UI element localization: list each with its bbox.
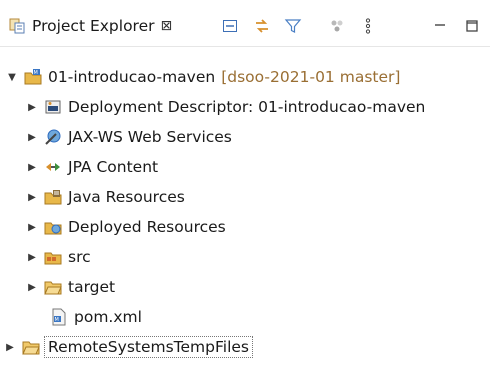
tree-item-src[interactable]: ▶ src	[0, 242, 490, 272]
maximize-button[interactable]	[460, 14, 484, 38]
minimize-button[interactable]	[428, 14, 452, 38]
view-menu-button[interactable]	[356, 14, 380, 38]
svg-text:M: M	[55, 317, 59, 323]
focus-icon	[331, 20, 343, 32]
expanded-arrow-icon[interactable]: ▼	[6, 71, 18, 83]
web-project-icon: M	[24, 69, 42, 85]
project-name: RemoteSystemsTempFiles	[43, 336, 254, 358]
collapsed-arrow-icon[interactable]: ▶	[26, 191, 38, 203]
git-decoration: [dsoo-2021-01 master]	[221, 68, 401, 86]
collapsed-arrow-icon[interactable]: ▶	[26, 281, 38, 293]
folder-icon	[22, 341, 40, 355]
jpa-content-icon	[46, 163, 60, 171]
filter-icon	[284, 19, 302, 33]
link-with-editor-icon	[256, 19, 268, 33]
tree-item-label: src	[68, 248, 91, 266]
collapsed-arrow-icon[interactable]: ▶	[26, 101, 38, 113]
tree-item-java-resources[interactable]: ▶ Java Resources	[0, 182, 490, 212]
tree-item-target[interactable]: ▶ target	[0, 272, 490, 302]
tree-item-label: target	[68, 278, 116, 296]
tree-item-jpa-content[interactable]: ▶ JPA Content	[0, 152, 490, 182]
java-resources-icon	[44, 190, 62, 205]
tree-item-project[interactable]: ▼ M 01-introducao-maven [dsoo-2021-01 ma…	[0, 62, 490, 92]
view-menu-icon	[365, 18, 371, 34]
tree-item-label: JAX-WS Web Services	[68, 128, 232, 146]
focus-button[interactable]	[325, 14, 349, 38]
collapsed-arrow-icon[interactable]: ▶	[26, 251, 38, 263]
filter-button[interactable]	[281, 14, 305, 38]
collapse-all-button[interactable]	[218, 14, 242, 38]
collapsed-arrow-icon[interactable]: ▶	[26, 221, 38, 233]
tree-item-remote-systems[interactable]: ▶ RemoteSystemsTempFiles	[0, 332, 490, 362]
tree-item-label: Java Resources	[68, 188, 185, 206]
svg-text:M: M	[34, 70, 38, 76]
tree-item-label: Deployed Resources	[68, 218, 226, 236]
collapsed-arrow-icon[interactable]: ▶	[26, 161, 38, 173]
project-name: 01-introducao-maven	[48, 68, 216, 86]
tree-item-label: pom.xml	[74, 308, 142, 326]
maximize-icon	[466, 20, 478, 32]
deployed-resources-icon	[44, 222, 62, 235]
tree-item-deployment-descriptor[interactable]: ▶ Deployment Descriptor: 01-introducao-m…	[0, 92, 490, 122]
web-services-icon	[45, 129, 61, 145]
tree-item-pom-xml[interactable]: M pom.xml	[0, 302, 490, 332]
project-explorer-header: Project Explorer ⊠	[0, 0, 490, 48]
project-explorer-icon	[9, 18, 25, 34]
header-divider	[0, 46, 490, 47]
maven-pom-icon: M	[52, 308, 66, 326]
tree-item-label: Deployment Descriptor: 01-introducao-mav…	[68, 98, 426, 116]
tree-item-label: JPA Content	[68, 158, 159, 176]
tree-item-jax-ws[interactable]: ▶ JAX-WS Web Services	[0, 122, 490, 152]
collapsed-arrow-icon[interactable]: ▶	[4, 341, 16, 353]
view-title: Project Explorer	[32, 17, 155, 35]
tree-item-deployed-resources[interactable]: ▶ Deployed Resources	[0, 212, 490, 242]
source-folder-icon	[44, 252, 62, 265]
tab-project-explorer[interactable]: Project Explorer ⊠	[8, 8, 210, 44]
collapse-all-icon	[223, 20, 237, 32]
close-icon[interactable]: ⊠	[161, 18, 173, 34]
deployment-descriptor-icon	[45, 100, 61, 114]
minimize-icon	[435, 24, 445, 26]
link-with-editor-button[interactable]	[250, 14, 274, 38]
folder-icon	[44, 281, 62, 295]
collapsed-arrow-icon[interactable]: ▶	[26, 131, 38, 143]
